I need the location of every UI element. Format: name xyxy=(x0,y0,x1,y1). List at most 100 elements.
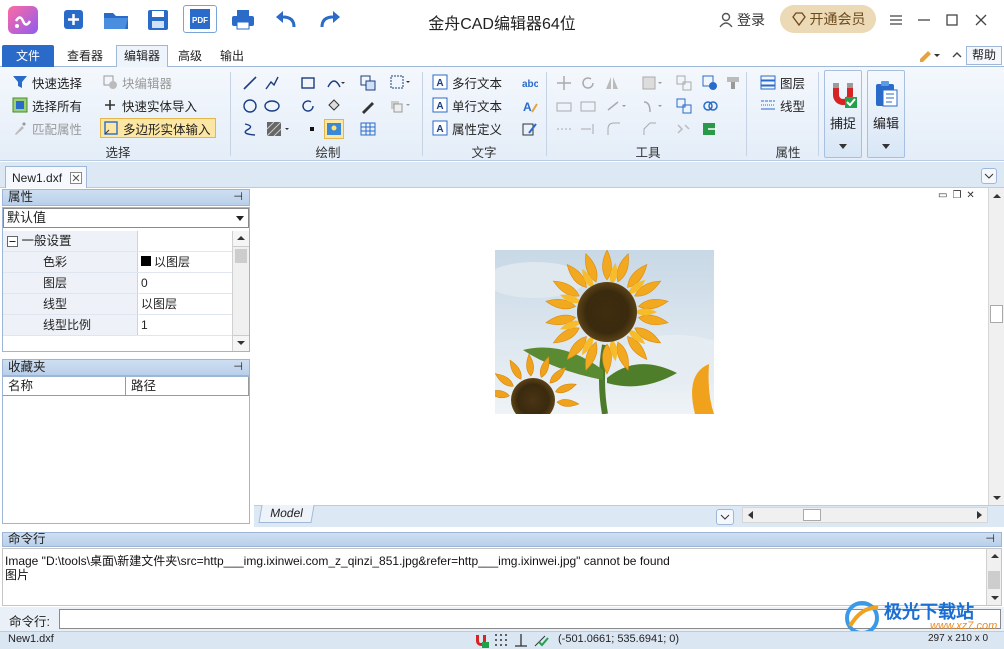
point-icon[interactable] xyxy=(304,121,320,137)
pin-icon[interactable]: ⊣ xyxy=(233,190,243,205)
polyline-icon[interactable] xyxy=(264,75,280,91)
pin-icon[interactable]: ⊣ xyxy=(985,533,995,546)
tab-advanced[interactable]: 高级 xyxy=(172,46,208,67)
layer-button[interactable]: 图层 xyxy=(760,72,805,92)
minimize-icon[interactable] xyxy=(914,10,934,30)
export-icon[interactable] xyxy=(702,121,718,137)
scroll-thumb[interactable] xyxy=(235,249,247,263)
image-insert-icon[interactable] xyxy=(324,119,344,139)
block-tool-icon[interactable] xyxy=(702,75,718,91)
properties-selector[interactable]: 默认值 xyxy=(3,208,249,228)
chamfer-icon[interactable] xyxy=(642,121,658,137)
vip-button[interactable]: 开通会员 xyxy=(780,5,876,33)
canvas-vertical-scrollbar[interactable] xyxy=(988,188,1004,506)
help-button[interactable]: 帮助 xyxy=(966,46,1002,65)
hatch-icon[interactable] xyxy=(266,121,289,137)
attdef-button[interactable]: A 属性定义 xyxy=(432,118,502,138)
break-icon[interactable] xyxy=(606,98,626,114)
customize-icon[interactable] xyxy=(918,47,942,63)
selection-dropdown-icon[interactable] xyxy=(390,75,410,91)
property-group-header[interactable]: 一般设置 xyxy=(3,231,232,252)
scroll-down-icon[interactable] xyxy=(233,335,249,351)
trim-icon[interactable] xyxy=(556,98,572,114)
edit-button[interactable]: 编辑 xyxy=(867,70,905,158)
group-icon[interactable] xyxy=(676,98,692,114)
match-props-button[interactable]: 匹配属性 xyxy=(12,118,82,138)
canvas-horizontal-scrollbar[interactable] xyxy=(742,507,988,523)
select-all-button[interactable]: 选择所有 xyxy=(12,95,82,115)
property-row[interactable]: 线型比例 1 xyxy=(3,315,232,336)
property-row[interactable]: 色彩 以图层 xyxy=(3,252,232,273)
line-icon[interactable] xyxy=(242,75,258,91)
menu-icon[interactable] xyxy=(886,10,906,30)
scroll-thumb[interactable] xyxy=(990,305,1003,323)
close-tab-icon[interactable] xyxy=(70,171,83,184)
snap-status-icon[interactable] xyxy=(473,632,489,648)
arc-tool-icon[interactable] xyxy=(326,75,345,91)
scale-icon[interactable] xyxy=(642,75,662,91)
document-tab[interactable]: New1.dxf xyxy=(5,166,87,188)
table-icon[interactable] xyxy=(360,121,376,137)
paint-bucket-icon[interactable] xyxy=(326,98,342,114)
osnap-status-icon[interactable] xyxy=(533,632,549,648)
ribbon-collapse-icon[interactable] xyxy=(950,48,964,62)
ortho-status-icon[interactable] xyxy=(513,632,529,648)
copy-entity-icon[interactable] xyxy=(360,75,376,91)
column-header-name[interactable]: 名称 xyxy=(3,377,126,396)
layer-order-icon[interactable] xyxy=(390,98,410,114)
scroll-down-icon[interactable] xyxy=(989,490,1004,506)
scroll-left-icon[interactable] xyxy=(743,508,759,522)
explode-icon[interactable] xyxy=(676,75,692,91)
minimize-icon[interactable]: ▭ xyxy=(938,190,947,202)
dimension-icon[interactable] xyxy=(556,121,572,137)
rotate-tool-icon[interactable] xyxy=(580,75,596,91)
sunflower-image[interactable] xyxy=(495,250,714,414)
pen-icon[interactable] xyxy=(360,98,376,114)
circle-icon[interactable] xyxy=(242,98,258,114)
align-icon[interactable] xyxy=(580,121,596,137)
mtext-button[interactable]: A 多行文本 xyxy=(432,72,502,92)
model-tab[interactable]: Model xyxy=(258,505,315,523)
grid-status-icon[interactable] xyxy=(493,632,509,648)
stext-button[interactable]: A 单行文本 xyxy=(432,95,502,115)
restore-icon[interactable]: ❐ xyxy=(952,190,961,202)
property-row[interactable]: 线型 以图层 xyxy=(3,294,232,315)
text-style-icon[interactable]: abc xyxy=(522,75,538,91)
extend-icon[interactable] xyxy=(580,98,596,114)
mirror-icon[interactable] xyxy=(604,75,620,91)
rectangle-icon[interactable] xyxy=(300,75,316,91)
linetype-button[interactable]: 线型 xyxy=(760,95,805,115)
tab-file[interactable]: 文件 xyxy=(2,45,54,67)
spline-icon[interactable] xyxy=(242,121,258,137)
login-button[interactable]: 登录 xyxy=(718,9,765,31)
block-editor-button[interactable]: 块编辑器 xyxy=(102,72,172,92)
polygon-input-button[interactable]: 多边形实体输入 xyxy=(100,118,216,138)
tab-editor[interactable]: 编辑器 xyxy=(116,45,168,67)
scroll-up-icon[interactable] xyxy=(987,549,1001,563)
tab-output[interactable]: 输出 xyxy=(214,46,250,67)
properties-scrollbar[interactable] xyxy=(232,231,249,351)
collapse-icon[interactable] xyxy=(7,236,18,247)
quick-select-button[interactable]: 快速选择 xyxy=(12,72,82,92)
scroll-up-icon[interactable] xyxy=(989,188,1004,204)
layer-tool-icon[interactable] xyxy=(726,75,742,91)
offset-icon[interactable] xyxy=(642,98,662,114)
close-icon[interactable]: ✕ xyxy=(966,190,974,202)
property-row[interactable]: 图层 0 xyxy=(3,273,232,294)
text-edit-icon[interactable]: A xyxy=(522,98,538,114)
ellipse-icon[interactable] xyxy=(264,98,280,114)
tab-viewer[interactable]: 查看器 xyxy=(60,46,110,67)
scroll-right-icon[interactable] xyxy=(971,508,987,522)
scroll-up-icon[interactable] xyxy=(233,231,249,247)
quick-import-button[interactable]: 快速实体导入 xyxy=(102,95,197,115)
rotate-icon[interactable] xyxy=(300,98,316,114)
snap-button[interactable]: 捕捉 xyxy=(824,70,862,158)
fillet-icon[interactable] xyxy=(606,121,622,137)
move-icon[interactable] xyxy=(556,75,572,91)
text-pen-icon[interactable] xyxy=(522,121,538,137)
column-header-path[interactable]: 路径 xyxy=(126,377,249,396)
measure-icon[interactable] xyxy=(676,121,692,137)
maximize-icon[interactable] xyxy=(942,10,962,30)
tab-list-icon[interactable] xyxy=(981,168,997,184)
layout-list-icon[interactable] xyxy=(716,509,734,525)
